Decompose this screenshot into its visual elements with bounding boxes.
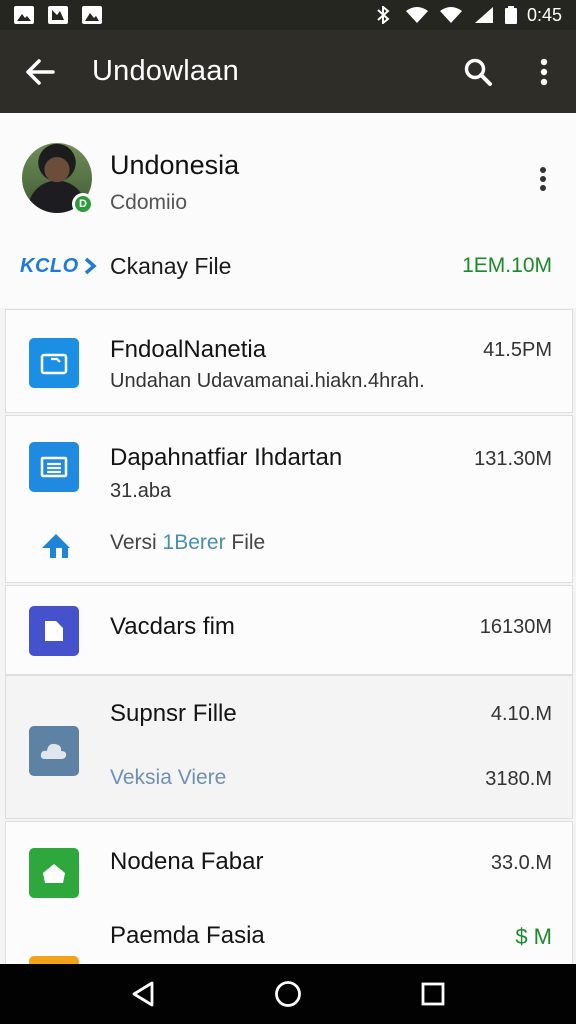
profile-card[interactable]: D Undonesia Cdomiio KCLO Ckanay File 1EM… [0,113,576,308]
image-icon [14,6,34,24]
app-bar: Undowlaan [0,30,576,113]
system-icons: 0:45 [373,5,562,26]
link-logo-text: KCLO [20,254,79,277]
document-icon [29,442,79,492]
file-title: Nodena Fabar [110,848,264,875]
avatar[interactable]: D [22,143,94,215]
list-item[interactable]: FndoalNanetia Undahan Udavamanai.hiakn.4… [5,309,573,413]
signal-icon [474,7,493,23]
file-size: 131.30M [474,448,552,470]
link-logo: KCLO [20,255,97,278]
search-icon [464,58,492,86]
bluetooth-icon [377,6,390,24]
version-link-prefix: Versi [110,531,163,554]
back-arrow-icon [26,58,55,85]
list-item[interactable]: Vacdars fim 16130M [5,585,573,675]
file-size: 41.5PM [483,339,552,361]
upload-cloud-icon[interactable] [36,528,76,562]
status-bar: 0:45 [0,0,576,30]
file-icon [29,606,79,656]
file-title: Vacdars fim [110,613,235,640]
file-size: 33.0.M [490,852,552,874]
file-size-secondary: 3180.M [485,768,552,790]
profile-subtitle: Cdomiio [110,191,188,214]
nav-recents-button[interactable] [403,964,463,1024]
link-label: Ckanay File [110,252,232,279]
list-item[interactable]: Nodena Fabar 33.0.M Paemda Fasia $ M [5,821,573,976]
wifi-icon [439,7,462,23]
file-size: 16130M [479,616,552,638]
file-title: FndoalNanetia [110,336,267,363]
nav-back-button[interactable] [113,964,173,1024]
wifi-icon [405,7,428,23]
cloud-icon [29,726,79,776]
recents-square-icon [421,982,445,1006]
file-size: $ M [515,924,552,949]
more-vert-icon [540,58,548,85]
list-item[interactable]: Dapahnatfiar Ihdartan 31.aba 131.30M Ver… [5,415,573,583]
home-circle-icon [275,981,301,1007]
file-title: Supnsr Fille [110,700,237,727]
file-subtitle: 31.aba [110,480,172,502]
back-button[interactable] [0,30,80,113]
search-button[interactable] [444,30,512,113]
bag-icon [29,848,79,898]
list-item[interactable]: Supnsr Fille 4.10.M Veksia Viere 3180.M [5,675,573,819]
back-triangle-icon [132,981,154,1007]
clock-text: 0:45 [526,4,562,25]
more-vert-icon [540,167,546,191]
link-size: 1EM.10M [462,254,552,277]
profile-more-button[interactable] [526,159,560,199]
version-link[interactable]: Veksia Viere [110,766,226,790]
content-area: D Undonesia Cdomiio KCLO Ckanay File 1EM… [0,113,576,976]
file-subtitle: Undahan Udavamanai.hiakn.4hrah. [110,370,425,392]
file-title: Dapahnatfiar Ihdartan [110,444,343,471]
version-link-highlight: 1Berer [162,531,226,554]
nav-home-button[interactable] [258,964,318,1024]
version-link[interactable]: Versi 1Berer File [110,531,265,555]
version-link-suffix: File [225,531,266,554]
image-icon [82,6,102,24]
profile-name: Undonesia [110,150,240,180]
chevron-right-icon [84,257,97,275]
file-size: 4.10.M [490,703,552,725]
linked-file-row[interactable]: KCLO Ckanay File 1EM.10M [0,243,576,289]
folder-photo-icon [29,338,79,388]
file-title: Paemda Fasia [110,922,265,949]
notification-icons [14,6,102,24]
avatar-badge: D [72,193,94,215]
overflow-menu-button[interactable] [512,30,576,113]
battery-icon [504,6,517,24]
gallery-icon [48,6,68,24]
navigation-bar [0,964,576,1024]
page-title: Undowlaan [92,55,239,87]
